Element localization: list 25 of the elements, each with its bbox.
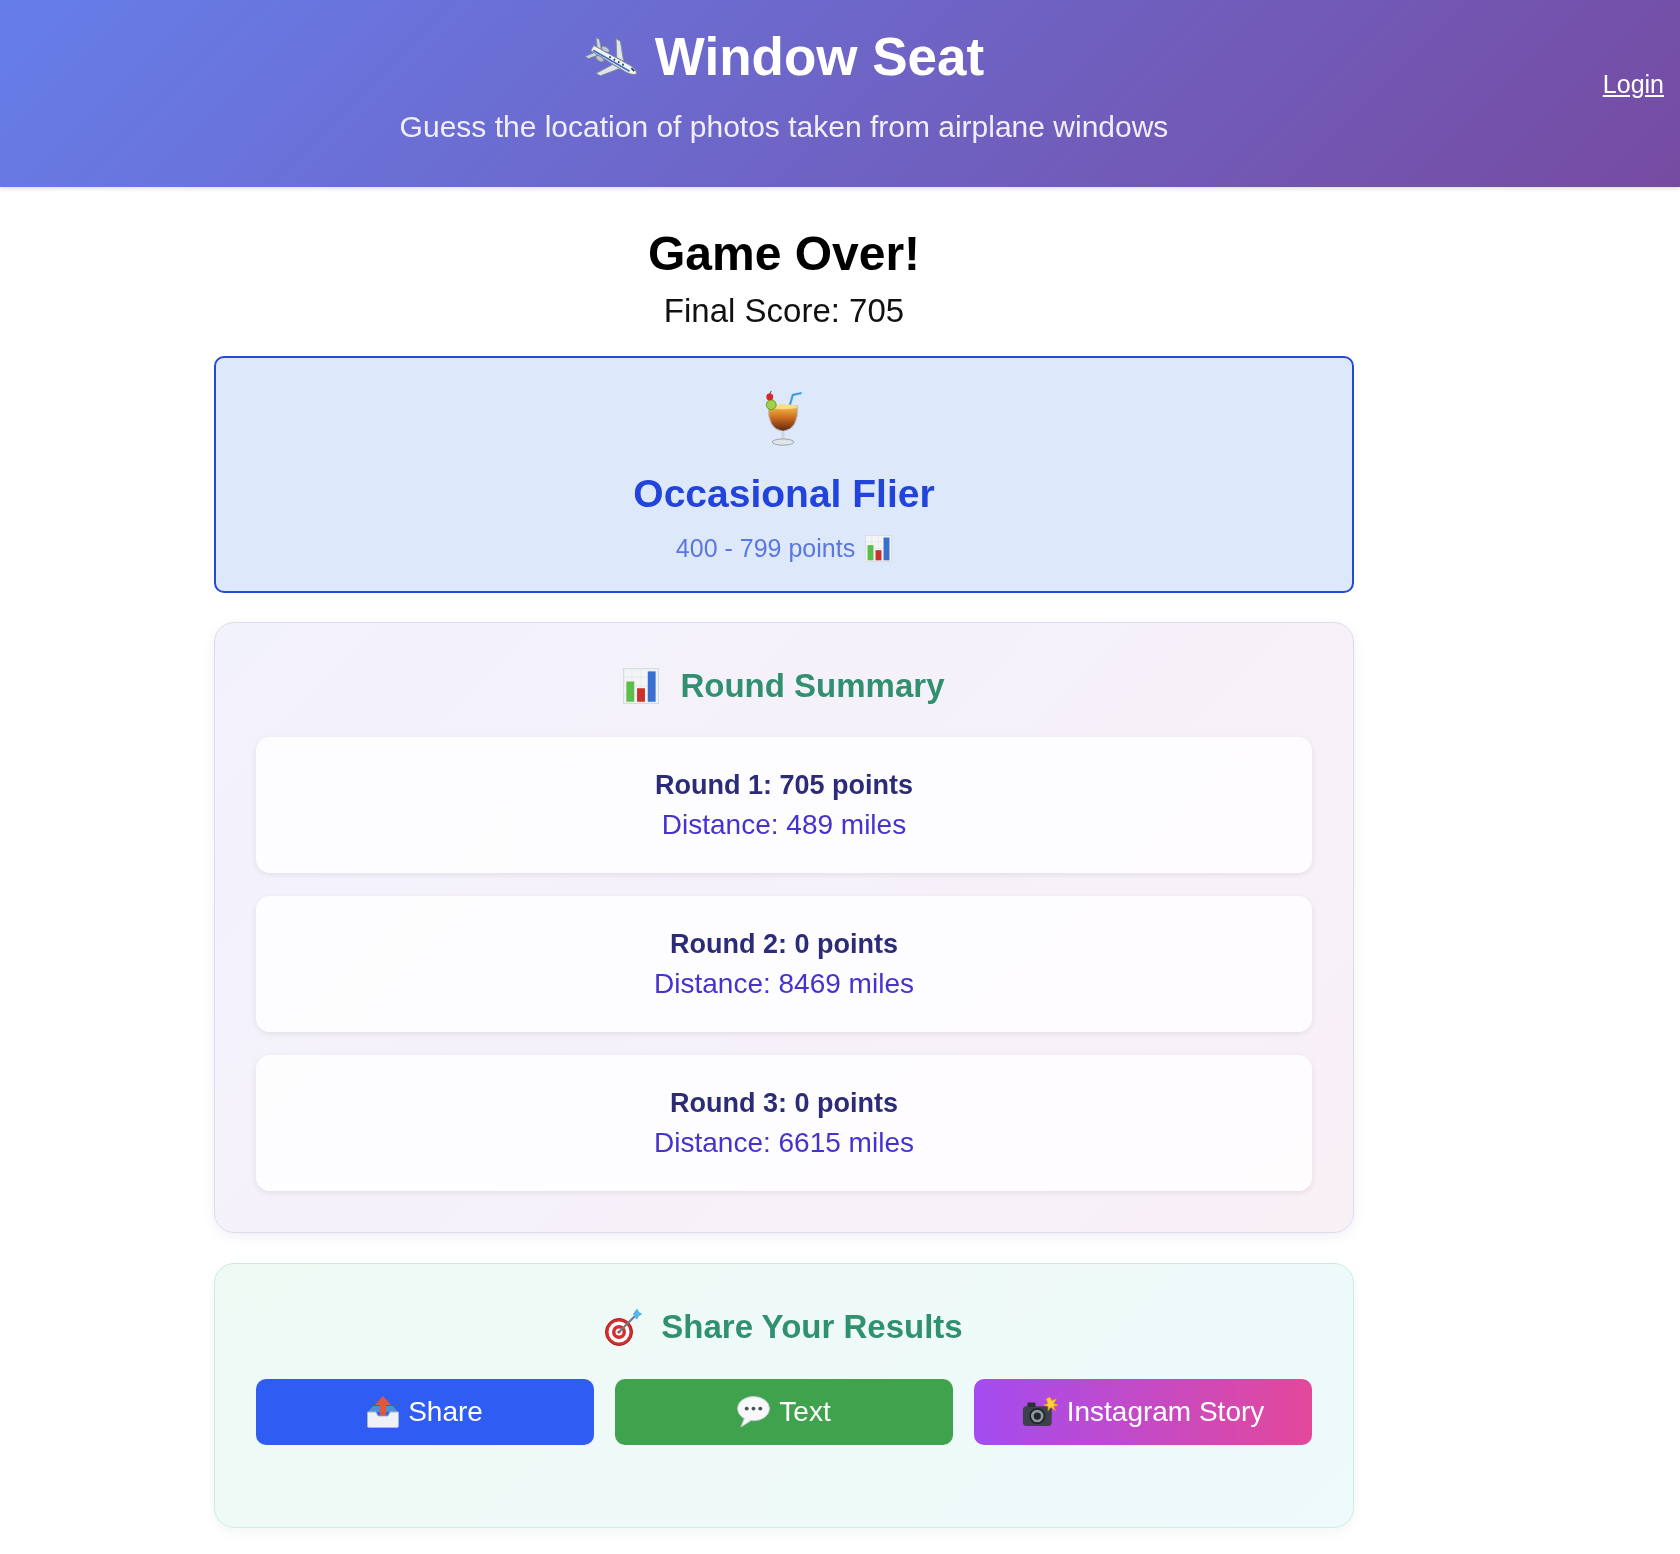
text-button[interactable]: Text [615, 1379, 953, 1445]
round-score: Round 1: 705 points [655, 769, 913, 802]
share-results-title: Share Your Results [661, 1307, 963, 1347]
login-link[interactable]: Login [1602, 69, 1664, 99]
app-subtitle: Guess the location of photos taken from airplane windows [399, 109, 1169, 145]
final-score: Final Score: 705 [663, 291, 905, 331]
bar-chart-icon [623, 668, 660, 704]
app-title: Window Seat [654, 26, 985, 88]
round-score: Round 2: 0 points [670, 928, 898, 961]
share-button[interactable]: Share [256, 1379, 594, 1445]
camera-flash-icon [1021, 1397, 1058, 1427]
round-summary-title: Round Summary [680, 666, 945, 706]
speech-bubble-icon [737, 1396, 771, 1428]
game-over-heading: Game Over! [647, 226, 921, 282]
instagram-story-button[interactable]: Instagram Story [974, 1379, 1312, 1445]
dart-target-icon [605, 1308, 644, 1346]
airplane-icon [583, 36, 638, 78]
round-distance: Distance: 489 miles [661, 808, 907, 842]
round-score: Round 3: 0 points [670, 1087, 898, 1120]
bar-chart-icon [865, 534, 893, 562]
round-distance: Distance: 6615 miles [654, 1126, 914, 1160]
outbox-tray-icon [367, 1396, 400, 1428]
tier-range: 400 - 799 points [675, 533, 856, 563]
round-distance: Distance: 8469 miles [654, 967, 914, 1001]
tier-name: Occasional Flier [633, 471, 935, 517]
